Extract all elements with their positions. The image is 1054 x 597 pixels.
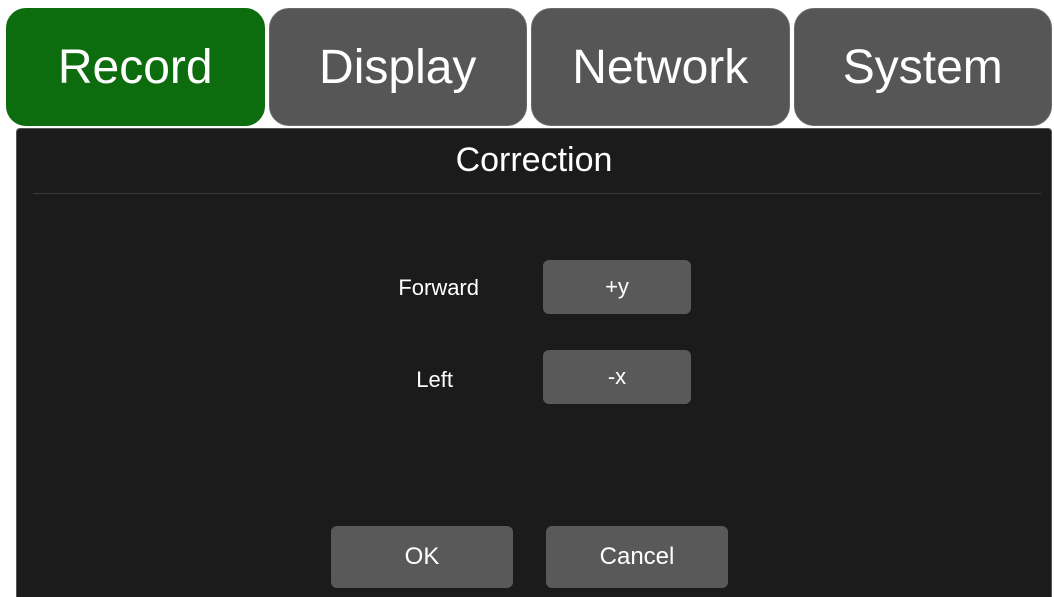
correction-panel: Correction Forward +y Left -x OK Cancel (16, 128, 1052, 597)
left-label: Left (416, 367, 453, 392)
forward-label: Forward (398, 275, 479, 300)
tab-system[interactable]: System (793, 8, 1052, 126)
tab-record[interactable]: Record (6, 8, 265, 126)
tab-network[interactable]: Network (531, 8, 790, 126)
tab-bar: Record Display Network System (6, 8, 1052, 126)
forward-value-button[interactable]: +y (543, 260, 691, 314)
cancel-button[interactable]: Cancel (546, 526, 728, 588)
ok-button[interactable]: OK (331, 526, 513, 588)
title-divider (33, 193, 1041, 194)
tab-display[interactable]: Display (268, 8, 527, 126)
left-value-button[interactable]: -x (543, 350, 691, 404)
screen: Record Display Network System Correction… (0, 0, 1054, 597)
panel-title: Correction (455, 141, 613, 179)
